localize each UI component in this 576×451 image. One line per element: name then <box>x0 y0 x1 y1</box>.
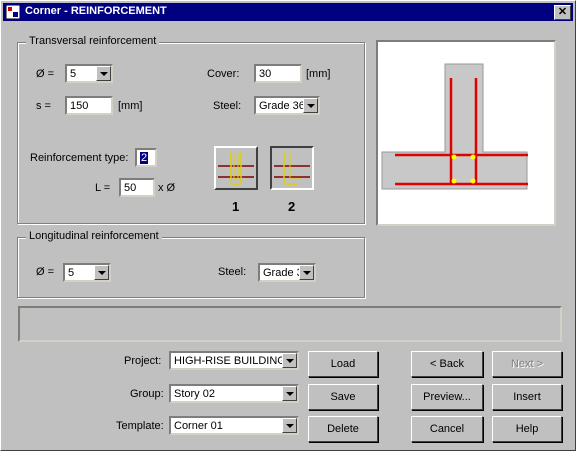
project-label: Project: <box>124 355 162 367</box>
help-button[interactable]: Help <box>492 416 562 442</box>
chevron-down-icon[interactable] <box>94 265 109 280</box>
spacing-value: 150 <box>70 100 89 112</box>
transversal-steel-value: Grade 36 <box>259 100 305 112</box>
length-value: 50 <box>124 182 137 194</box>
back-label: < Back <box>430 358 464 370</box>
type-1-caption: 1 <box>232 199 240 214</box>
title-bar: Corner - REINFORCEMENT ✕ <box>3 3 573 21</box>
window-title: Corner - REINFORCEMENT <box>25 5 167 17</box>
template-value: Corner 01 <box>174 420 223 432</box>
reinforcement-type-1-button[interactable] <box>214 146 258 190</box>
chevron-down-icon[interactable] <box>96 66 111 81</box>
transversal-diameter-label: Ø = <box>36 68 55 80</box>
chevron-down-icon[interactable] <box>282 386 297 401</box>
transversal-group-title: Transversal reinforcement <box>26 35 160 47</box>
back-button[interactable]: < Back <box>411 351 483 377</box>
reinforcement-type-value: 2 <box>140 152 149 164</box>
project-select[interactable]: HIGH-RISE BUILDING <box>169 351 299 370</box>
cover-value: 30 <box>259 68 272 80</box>
transversal-diameter-select[interactable]: 5 <box>65 64 113 83</box>
close-button[interactable]: ✕ <box>554 5 571 20</box>
length-label: L = <box>95 182 111 194</box>
corner-section-drawing <box>381 63 528 190</box>
cover-input[interactable]: 30 <box>254 64 302 83</box>
group-label: Group: <box>130 388 164 400</box>
cancel-label: Cancel <box>429 423 465 435</box>
longitudinal-steel-label: Steel: <box>218 266 247 278</box>
close-icon: ✕ <box>557 6 568 18</box>
insert-button[interactable]: Insert <box>492 384 562 410</box>
chevron-down-icon[interactable] <box>282 353 297 368</box>
reinforcement-type-label: Reinforcement type: <box>30 152 129 164</box>
load-button[interactable]: Load <box>308 351 378 377</box>
template-label: Template: <box>116 420 164 432</box>
delete-label: Delete <box>327 423 359 435</box>
longitudinal-diameter-value: 5 <box>68 267 75 279</box>
length-input[interactable]: 50 <box>119 178 155 197</box>
next-button[interactable]: Next > <box>492 351 562 377</box>
spacing-unit: [mm] <box>118 100 143 112</box>
type-2-caption: 2 <box>288 199 296 214</box>
group-value: Story 02 <box>174 388 215 400</box>
longitudinal-steel-select[interactable]: Grade 3 <box>258 263 316 282</box>
load-label: Load <box>330 358 356 370</box>
project-value: HIGH-RISE BUILDING <box>174 355 286 367</box>
chevron-down-icon[interactable] <box>299 265 314 280</box>
hook-type-2-icon <box>274 152 310 185</box>
longitudinal-steel-value: Grade 3 <box>263 267 303 279</box>
transversal-steel-select[interactable]: Grade 36 <box>254 96 320 115</box>
next-label: Next > <box>510 358 544 370</box>
preview-button[interactable]: Preview... <box>411 384 483 410</box>
cover-label: Cover: <box>207 68 240 80</box>
spacing-label: s = <box>36 100 51 112</box>
chevron-down-icon[interactable] <box>282 418 297 433</box>
longitudinal-group: Longitudinal reinforcement Ø = 5 Steel: … <box>17 230 365 298</box>
preview-label: Preview... <box>423 391 471 403</box>
spacing-input[interactable]: 150 <box>65 96 113 115</box>
transversal-steel-label: Steel: <box>213 100 242 112</box>
longitudinal-group-title: Longitudinal reinforcement <box>26 230 162 242</box>
group-select[interactable]: Story 02 <box>169 384 299 403</box>
app-icon <box>6 5 20 19</box>
delete-button[interactable]: Delete <box>308 416 378 442</box>
reinforcement-dialog: Corner - REINFORCEMENT ✕ Transversal rei… <box>0 0 576 451</box>
reinforcement-type-input[interactable]: 2 <box>135 148 157 167</box>
reinforcement-type-2-button[interactable] <box>270 146 314 190</box>
chevron-down-icon[interactable] <box>303 98 318 113</box>
save-label: Save <box>330 391 356 403</box>
message-bar <box>18 306 562 342</box>
hook-type-1-icon <box>218 152 254 185</box>
section-preview <box>376 40 556 226</box>
help-label: Help <box>515 423 539 435</box>
length-unit: x Ø <box>158 182 176 194</box>
save-button[interactable]: Save <box>308 384 378 410</box>
cancel-button[interactable]: Cancel <box>411 416 483 442</box>
transversal-diameter-value: 5 <box>70 68 77 80</box>
insert-label: Insert <box>513 391 541 403</box>
longitudinal-diameter-label: Ø = <box>36 266 55 278</box>
cover-unit: [mm] <box>306 68 331 80</box>
longitudinal-diameter-select[interactable]: 5 <box>63 263 111 282</box>
transversal-group: Transversal reinforcement Ø = 5 s = 150 … <box>17 35 365 224</box>
template-select[interactable]: Corner 01 <box>169 416 299 435</box>
